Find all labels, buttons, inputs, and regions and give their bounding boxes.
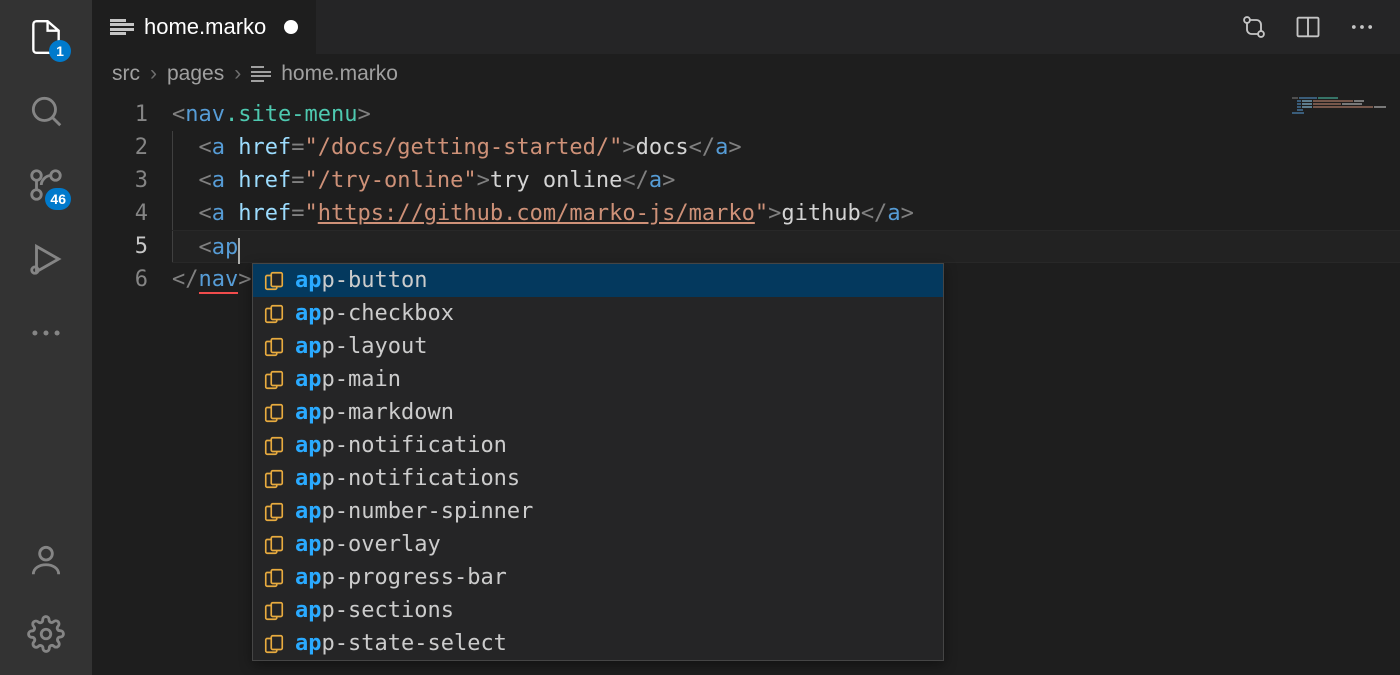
suggest-item[interactable]: app-layout (253, 330, 943, 363)
suggest-item[interactable]: app-checkbox (253, 297, 943, 330)
chevron-right-icon: › (234, 62, 241, 86)
suggest-item[interactable]: app-progress-bar (253, 561, 943, 594)
code-content[interactable]: <nav.site-menu> <a href="/docs/getting-s… (172, 98, 1400, 675)
suggest-item[interactable]: app-notifications (253, 462, 943, 495)
compare-changes-icon[interactable] (1240, 13, 1268, 41)
suggest-item[interactable]: app-sections (253, 594, 943, 627)
breadcrumb-segment[interactable]: src (112, 62, 140, 86)
breadcrumb-segment[interactable]: home.marko (281, 62, 398, 86)
editor-tab[interactable]: home.marko (92, 0, 317, 54)
tab-bar: home.marko (92, 0, 1400, 54)
breadcrumb-segment[interactable]: pages (167, 62, 224, 86)
file-icon (110, 15, 134, 39)
unsaved-indicator-icon (284, 20, 298, 34)
activity-bar: 1 46 (0, 0, 92, 675)
suggest-item[interactable]: app-overlay (253, 528, 943, 561)
line-number-gutter: 1 2 3 4 5 6 (92, 98, 172, 675)
scm-badge: 46 (45, 188, 71, 210)
chevron-right-icon: › (150, 62, 157, 86)
account-icon[interactable] (25, 539, 67, 581)
editor-actions (1240, 0, 1400, 54)
text-cursor (238, 238, 240, 264)
suggest-item[interactable]: app-button (253, 264, 943, 297)
suggest-item[interactable]: app-notification (253, 429, 943, 462)
split-editor-icon[interactable] (1294, 13, 1322, 41)
breadcrumbs[interactable]: src › pages › home.marko (92, 54, 1400, 98)
search-icon[interactable] (25, 90, 67, 132)
settings-gear-icon[interactable] (25, 613, 67, 655)
suggest-item[interactable]: app-main (253, 363, 943, 396)
suggest-item[interactable]: app-markdown (253, 396, 943, 429)
suggest-item[interactable]: app-state-select (253, 627, 943, 660)
explorer-icon[interactable]: 1 (25, 16, 67, 58)
editor-group: home.marko src › pages › home.marko 1 2 … (92, 0, 1400, 675)
run-debug-icon[interactable] (25, 238, 67, 280)
source-control-icon[interactable]: 46 (25, 164, 67, 206)
tab-filename: home.marko (144, 14, 266, 40)
suggest-item[interactable]: app-number-spinner (253, 495, 943, 528)
minimap[interactable] (1292, 97, 1392, 137)
more-icon[interactable] (25, 312, 67, 354)
explorer-badge: 1 (49, 40, 71, 62)
more-actions-icon[interactable] (1348, 13, 1376, 41)
file-icon (251, 64, 271, 84)
code-editor[interactable]: 1 2 3 4 5 6 <nav.site-menu> <a href="/do… (92, 98, 1400, 675)
intellisense-suggest-widget[interactable]: app-buttonapp-checkboxapp-layoutapp-main… (252, 263, 944, 661)
